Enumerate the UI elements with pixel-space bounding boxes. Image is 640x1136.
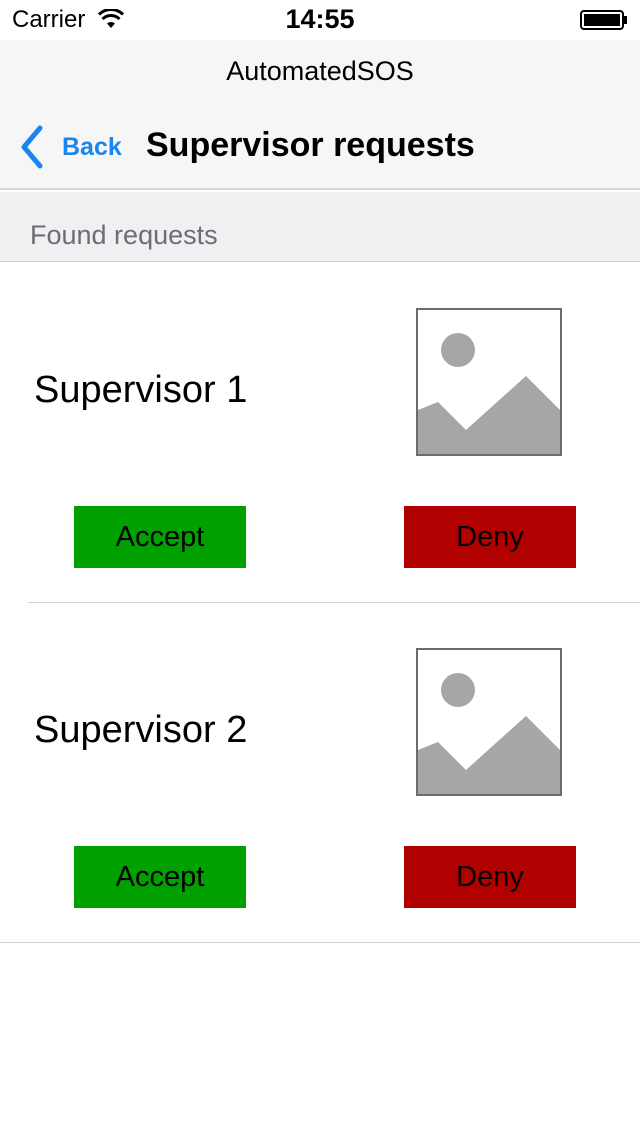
image-placeholder-icon: [416, 648, 562, 796]
back-label: Back: [62, 132, 122, 161]
app-title: AutomatedSOS: [226, 56, 414, 86]
accept-button[interactable]: Accept: [74, 506, 246, 568]
request-row: Supervisor 1 Accept Deny: [0, 263, 640, 603]
page-title: Supervisor requests: [146, 126, 475, 164]
request-row: Supervisor 2 Accept Deny: [0, 603, 640, 943]
battery-icon: [580, 10, 627, 30]
status-bar: Carrier 14:55: [0, 0, 640, 40]
accept-button[interactable]: Accept: [74, 846, 246, 908]
back-button[interactable]: Back: [18, 124, 128, 170]
chevron-left-icon: [21, 125, 43, 169]
row-divider: [0, 942, 640, 943]
supervisor-name: Supervisor 1: [34, 369, 248, 411]
supervisor-name: Supervisor 2: [34, 709, 248, 751]
navigation-bar: AutomatedSOS Back Supervisor requests: [0, 40, 640, 190]
image-placeholder-icon: [416, 308, 562, 456]
section-label: Found requests: [30, 220, 218, 250]
section-header: Found requests: [0, 192, 640, 262]
deny-button[interactable]: Deny: [404, 506, 576, 568]
status-time: 14:55: [285, 4, 355, 34]
deny-button[interactable]: Deny: [404, 846, 576, 908]
